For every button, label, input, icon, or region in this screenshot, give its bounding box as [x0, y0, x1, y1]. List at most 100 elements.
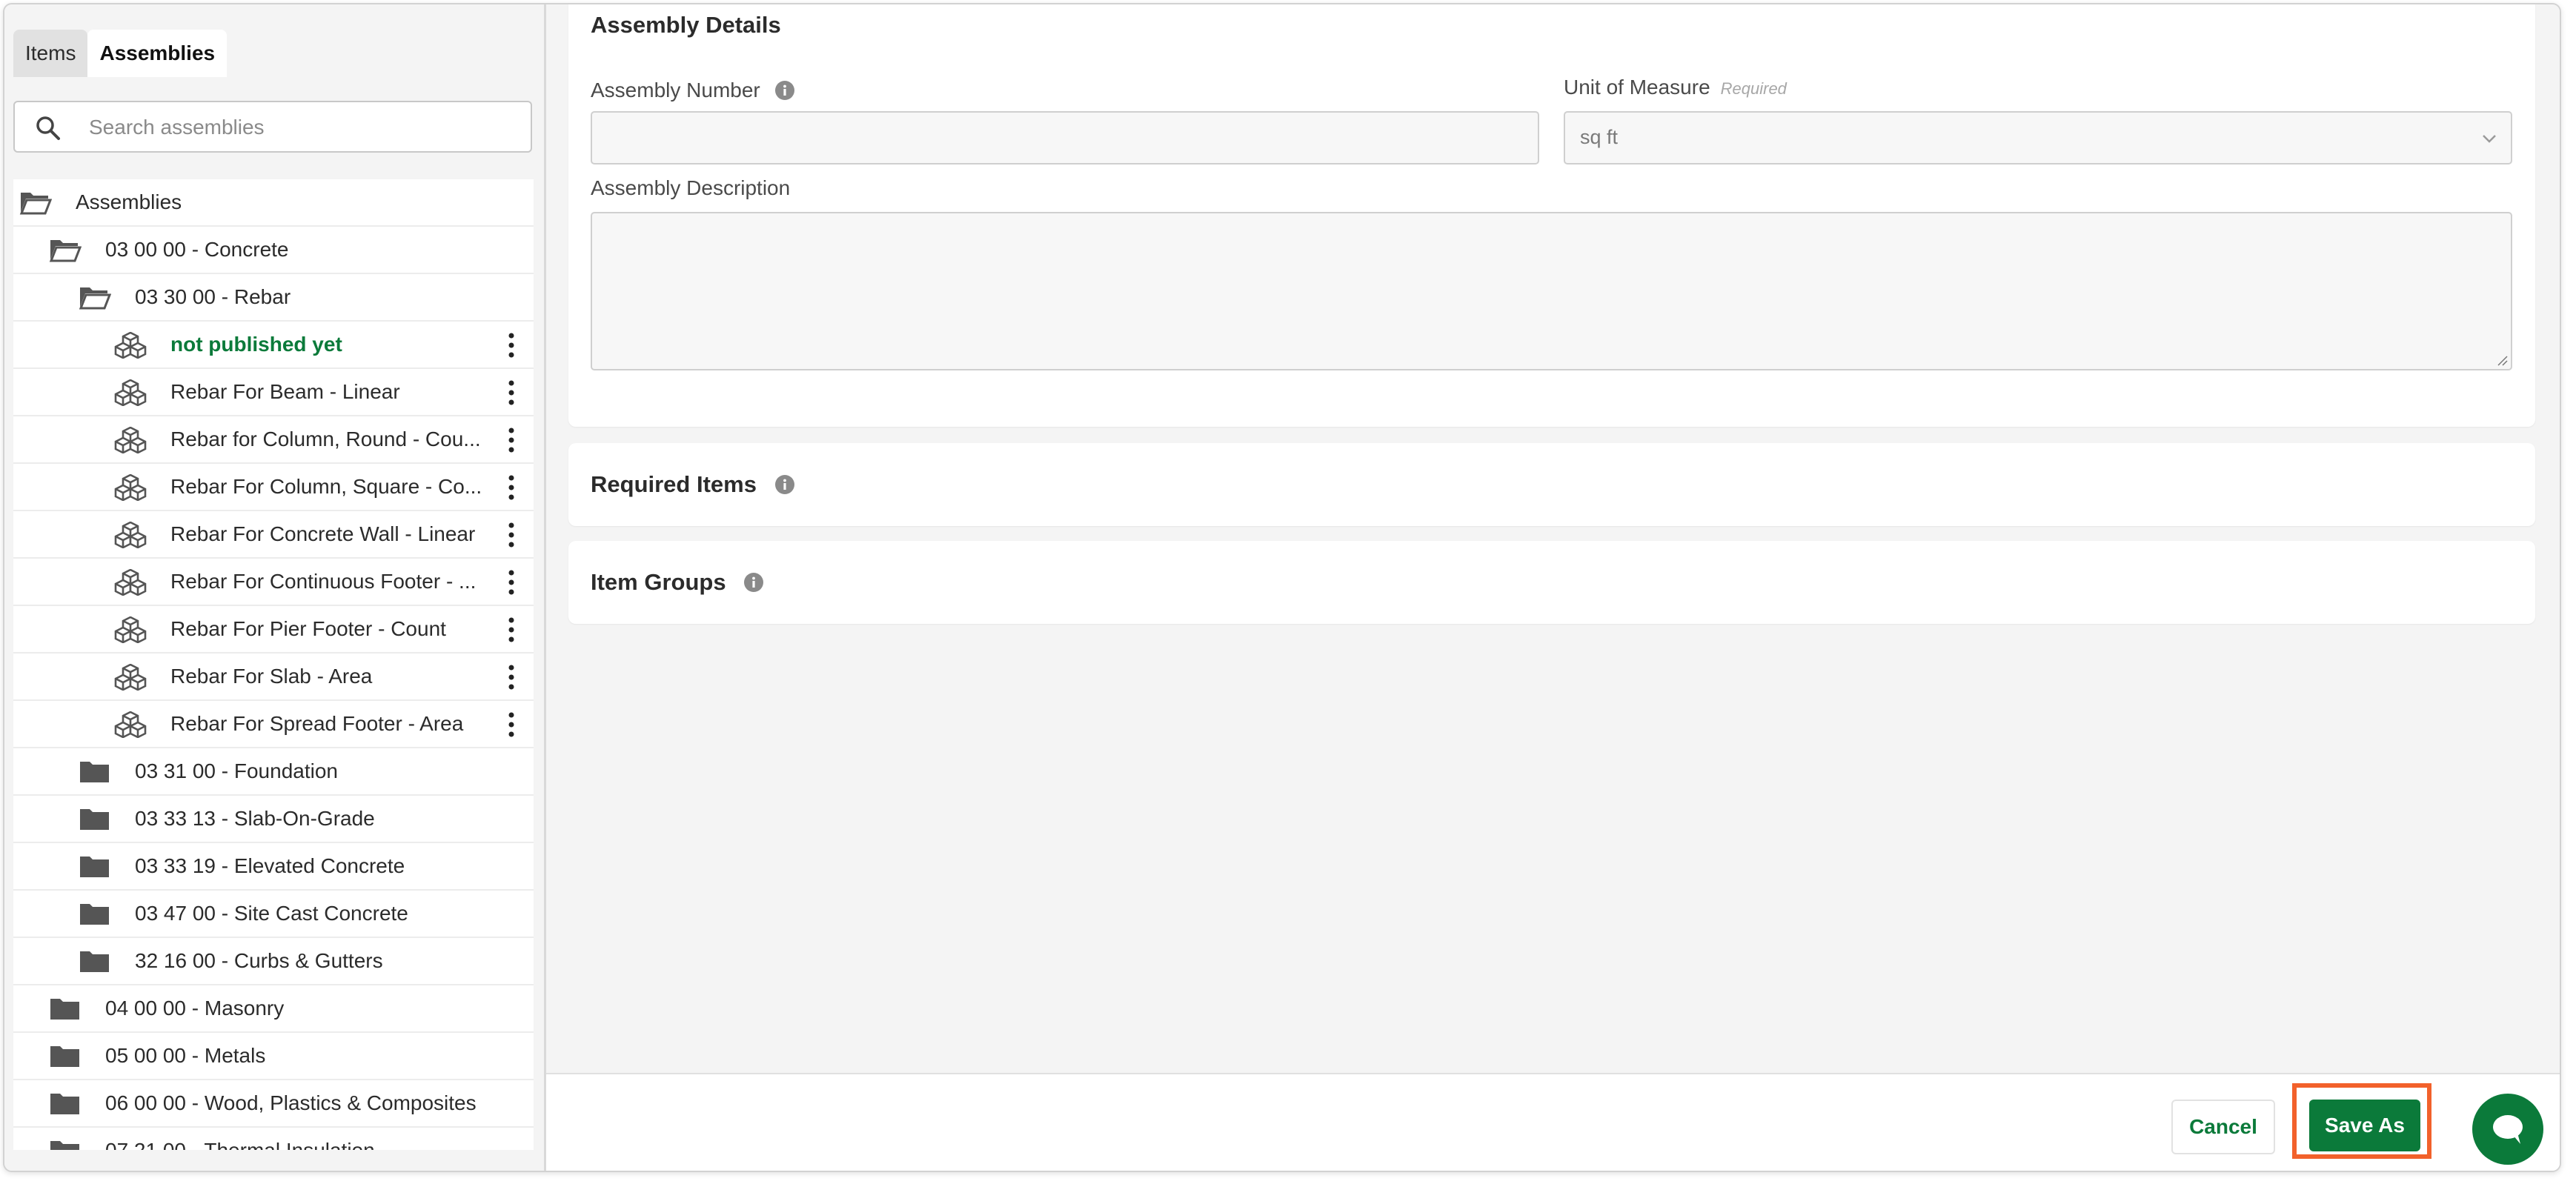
main-panel: Assembly Details Assembly Number Unit of…: [546, 4, 2560, 1171]
tree-item-label: Rebar For Spread Footer - Area: [170, 712, 464, 735]
tree-item-label: Rebar For Slab - Area: [170, 665, 373, 688]
folder-open-icon: [79, 287, 111, 310]
tree-item-label: 07 21 00 - Thermal Insulation: [105, 1128, 375, 1150]
chat-button[interactable]: [2472, 1094, 2543, 1165]
cancel-button[interactable]: Cancel: [2171, 1100, 2275, 1154]
tree-folder-item[interactable]: 06 00 00 - Wood, Plastics & Composites: [13, 1080, 534, 1128]
assembly-description-label: Assembly Description: [591, 176, 791, 199]
more-options-icon[interactable]: [507, 616, 516, 643]
tree-folder-item[interactable]: 03 00 00 - Concrete: [13, 227, 534, 274]
assembly-blocks-icon: [114, 379, 147, 406]
tree-assembly-item[interactable]: Rebar For Slab - Area: [13, 653, 534, 701]
folder-icon: [80, 809, 109, 830]
more-options-icon[interactable]: [507, 332, 516, 359]
tree-assembly-item[interactable]: Rebar for Column, Round - Cou...: [13, 416, 534, 464]
tree-assembly-item[interactable]: Rebar For Spread Footer - Area: [13, 701, 534, 748]
tree-item-label: 05 00 00 - Metals: [105, 1044, 266, 1067]
unit-of-measure-value: sq ft: [1580, 126, 1619, 148]
assembly-blocks-icon: [114, 616, 147, 643]
tree-assembly-item[interactable]: Rebar For Continuous Footer - ...: [13, 559, 534, 606]
tree-item-label: Rebar For Pier Footer - Count: [170, 617, 446, 640]
folder-icon: [50, 1141, 79, 1150]
tree-folder-item[interactable]: Assemblies: [13, 179, 534, 227]
tree-folder-item[interactable]: 03 31 00 - Foundation: [13, 748, 534, 796]
assembly-tree: Assemblies 03 00 00 - Concrete 03 30 00 - …: [13, 179, 534, 1150]
tree-assembly-item[interactable]: not published yet: [13, 322, 534, 369]
more-options-icon[interactable]: [507, 474, 516, 501]
tree-item-label: Rebar For Continuous Footer - ...: [170, 570, 477, 593]
item-groups-card[interactable]: Item Groups: [568, 541, 2535, 624]
tree-folder-item[interactable]: 07 21 00 - Thermal Insulation: [13, 1128, 534, 1150]
assembly-details-card: Assembly Details Assembly Number Unit of…: [568, 4, 2535, 427]
tree-folder-item[interactable]: 32 16 00 - Curbs & Gutters: [13, 938, 534, 985]
tree-item-label: 03 33 19 - Elevated Concrete: [135, 854, 405, 877]
required-items-card[interactable]: Required Items: [568, 443, 2535, 526]
assembly-blocks-icon: [114, 427, 147, 453]
folder-icon: [80, 904, 109, 925]
folder-open-icon: [19, 193, 52, 215]
search-box: [13, 101, 532, 153]
app-window: Items Assemblies Assemblies 03 00 00 - Co…: [3, 3, 2561, 1172]
chevron-down-icon: [2483, 135, 2496, 143]
tree-item-label: 03 00 00 - Concrete: [105, 238, 289, 261]
folder-icon: [50, 1046, 79, 1067]
save-as-button[interactable]: Save As: [2309, 1100, 2420, 1151]
tree-item-label: 04 00 00 - Masonry: [105, 997, 285, 1020]
tree-folder-item[interactable]: 04 00 00 - Masonry: [13, 985, 534, 1033]
info-icon[interactable]: [744, 572, 764, 592]
tree-folder-item[interactable]: 03 47 00 - Site Cast Concrete: [13, 891, 534, 938]
info-icon[interactable]: [774, 474, 794, 494]
tree-item-label: Assemblies: [76, 190, 182, 213]
assembly-number-label-row: Assembly Number: [591, 79, 794, 102]
footer-bar: Cancel Save As: [546, 1073, 2560, 1171]
assembly-description-textarea[interactable]: [591, 212, 2512, 370]
item-groups-title-row: Item Groups: [591, 569, 764, 596]
tree-folder-item[interactable]: 05 00 00 - Metals: [13, 1033, 534, 1080]
resize-handle-icon[interactable]: [2496, 354, 2508, 366]
sidebar-tabs: Items Assemblies: [13, 30, 228, 77]
folder-icon: [80, 857, 109, 877]
item-groups-title: Item Groups: [591, 569, 726, 595]
tree-item-label: Rebar For Concrete Wall - Linear: [170, 522, 476, 545]
chat-bubble-icon: [2493, 1115, 2523, 1144]
assembly-blocks-icon: [114, 332, 147, 359]
assembly-details-title: Assembly Details: [591, 12, 781, 38]
folder-icon: [50, 999, 79, 1020]
assembly-blocks-icon: [114, 569, 147, 596]
tree-item-label: 03 33 13 - Slab-On-Grade: [135, 807, 375, 830]
sidebar: Items Assemblies Assemblies 03 00 00 - Co…: [4, 4, 546, 1171]
tab-assemblies[interactable]: Assemblies: [87, 30, 228, 77]
tree-assembly-item[interactable]: Rebar For Concrete Wall - Linear: [13, 511, 534, 559]
tree-folder-item[interactable]: 03 33 13 - Slab-On-Grade: [13, 796, 534, 843]
more-options-icon[interactable]: [507, 379, 516, 406]
tree-item-label: 06 00 00 - Wood, Plastics & Composites: [105, 1091, 477, 1114]
assembly-blocks-icon: [114, 711, 147, 738]
more-options-icon[interactable]: [507, 522, 516, 548]
info-icon[interactable]: [774, 80, 794, 100]
assembly-number-input[interactable]: [591, 111, 1539, 164]
tree-folder-item[interactable]: 03 33 19 - Elevated Concrete: [13, 843, 534, 891]
tree-item-label: Rebar For Column, Square - Co...: [170, 475, 482, 498]
tab-items[interactable]: Items: [13, 30, 88, 77]
tree-item-label: 32 16 00 - Curbs & Gutters: [135, 949, 383, 972]
tree-item-label: 03 47 00 - Site Cast Concrete: [135, 902, 408, 925]
folder-icon: [80, 951, 109, 972]
more-options-icon[interactable]: [507, 664, 516, 691]
tree-folder-item[interactable]: 03 30 00 - Rebar: [13, 274, 534, 322]
search-input[interactable]: [87, 102, 520, 153]
more-options-icon[interactable]: [507, 569, 516, 596]
more-options-icon[interactable]: [507, 427, 516, 453]
search-icon: [36, 116, 60, 140]
unit-of-measure-select[interactable]: sq ft: [1564, 111, 2512, 164]
required-items-title-row: Required Items: [591, 471, 794, 498]
more-options-icon[interactable]: [507, 711, 516, 738]
tree-assembly-item[interactable]: Rebar For Beam - Linear: [13, 369, 534, 416]
tree-assembly-item[interactable]: Rebar For Pier Footer - Count: [13, 606, 534, 653]
tree-item-label: not published yet: [170, 333, 342, 356]
assembly-number-label: Assembly Number: [591, 79, 760, 102]
folder-icon: [80, 762, 109, 782]
tree-item-label: Rebar for Column, Round - Cou...: [170, 428, 481, 450]
required-items-title: Required Items: [591, 471, 757, 497]
unit-of-measure-label-row: Unit of Measure Required: [1564, 76, 1787, 99]
tree-assembly-item[interactable]: Rebar For Column, Square - Co...: [13, 464, 534, 511]
